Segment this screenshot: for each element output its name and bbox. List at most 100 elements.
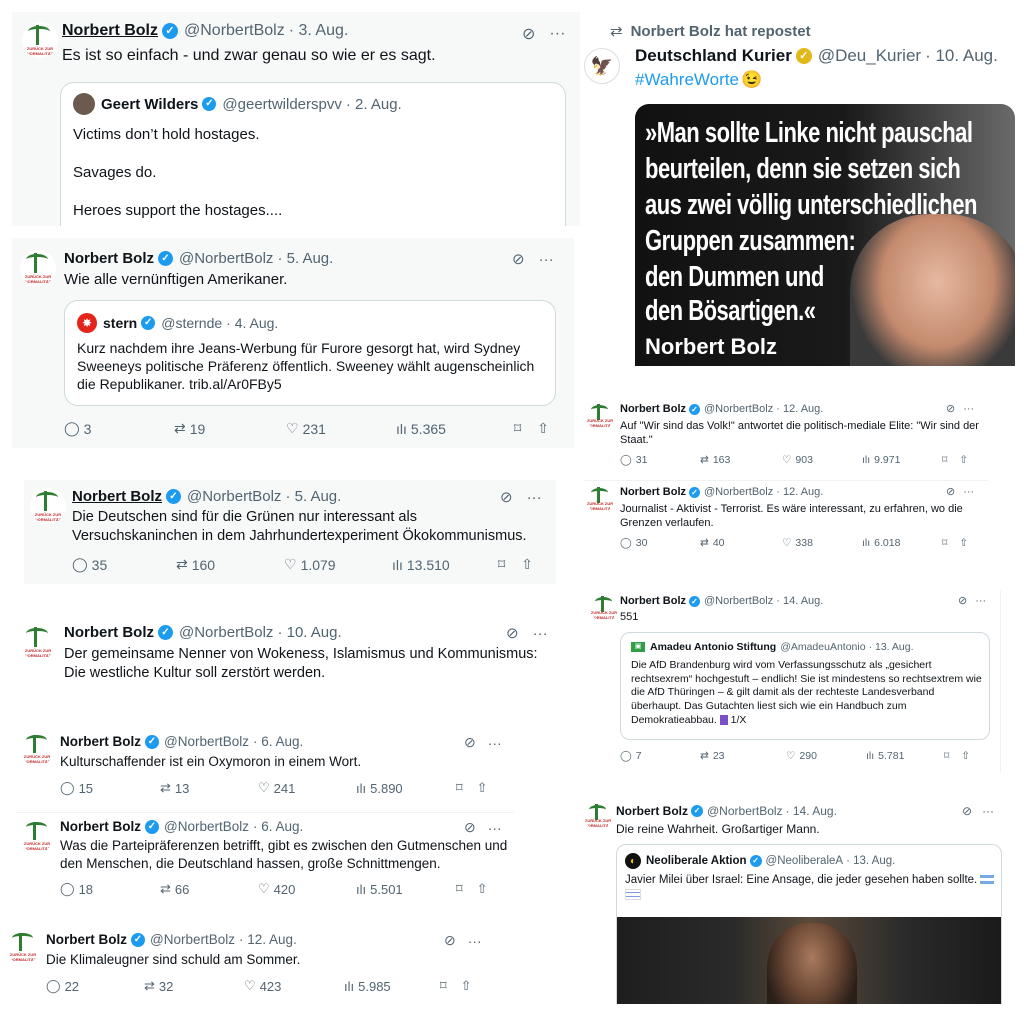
hashtag-link[interactable]: #WahreWorte bbox=[635, 70, 739, 90]
bookmark-icon[interactable]: ⌑ bbox=[456, 881, 463, 897]
more-icon[interactable]: ··· bbox=[533, 625, 548, 642]
views-button[interactable]: ılı 5.890 bbox=[356, 781, 456, 796]
more-icon[interactable]: ··· bbox=[963, 403, 974, 415]
grok-icon[interactable]: ⊘ bbox=[464, 734, 476, 751]
grok-icon[interactable]: ⊘ bbox=[444, 932, 456, 949]
author-name[interactable]: Norbert Bolz bbox=[46, 932, 127, 947]
avatar[interactable]: 🦅 bbox=[584, 48, 620, 84]
author-name[interactable]: Norbert Bolz bbox=[60, 734, 141, 749]
tweet-card[interactable]: ZURÜCK ZUR NORMALITÄT Norbert Bolz ✓ @No… bbox=[4, 926, 498, 1002]
tweet-date[interactable]: · 5. Aug. bbox=[285, 488, 341, 505]
grok-icon[interactable]: ⊘ bbox=[962, 804, 972, 818]
views-button[interactable]: ılı 5.365 bbox=[396, 421, 514, 437]
views-button[interactable]: ılı 5.985 bbox=[344, 979, 440, 994]
reposted-label[interactable]: Norbert Bolz hat repostet bbox=[631, 23, 811, 40]
like-button[interactable]: ♡ 231 bbox=[286, 420, 396, 437]
reply-button[interactable]: ◯ 18 bbox=[60, 881, 160, 897]
share-icon[interactable]: ⇧ bbox=[477, 780, 488, 796]
tweet-date[interactable]: · 12. Aug. bbox=[776, 403, 823, 415]
tweet-card[interactable]: ⇄ Norbert Bolz hat repostet 🦅 Deutschlan… bbox=[580, 16, 1020, 366]
quoted-tweet[interactable]: ✸ stern ✓ @sternde · 4. Aug. Kurz nachde… bbox=[64, 300, 556, 406]
tweet-card[interactable]: ZURÜCK ZUR NORMALITÄT Norbert Bolz ✓ @No… bbox=[12, 12, 580, 226]
grok-icon[interactable]: ⊘ bbox=[464, 819, 476, 836]
more-icon[interactable]: ··· bbox=[468, 933, 482, 949]
author-handle[interactable]: @NorbertBolz bbox=[704, 403, 773, 415]
author-handle[interactable]: @NorbertBolz bbox=[187, 488, 281, 505]
bookmark-icon[interactable]: ⌑ bbox=[514, 420, 521, 437]
grok-icon[interactable]: ⊘ bbox=[946, 402, 955, 415]
author-name[interactable]: Norbert Bolz bbox=[620, 595, 686, 607]
repost-button[interactable]: ⇄ 163 bbox=[700, 454, 782, 466]
tweet-date[interactable]: · 6. Aug. bbox=[253, 734, 303, 749]
tweet-date[interactable]: · 5. Aug. bbox=[277, 250, 333, 267]
tweet-card[interactable]: ZURÜCK ZUR NORMALITÄT Norbert Bolz ✓ @No… bbox=[584, 480, 988, 557]
author-handle[interactable]: @NorbertBolz bbox=[704, 595, 773, 607]
share-icon[interactable]: ⇧ bbox=[461, 978, 472, 994]
avatar[interactable]: ZURÜCK ZUR NORMALITÄT bbox=[584, 802, 612, 830]
author-name[interactable]: Norbert Bolz bbox=[72, 488, 162, 505]
share-icon[interactable]: ⇧ bbox=[521, 556, 533, 573]
like-button[interactable]: ♡ 423 bbox=[244, 978, 344, 994]
tweet-date[interactable]: · 10. Aug. bbox=[925, 46, 998, 66]
avatar[interactable]: ZURÜCK ZUR NORMALITÄT bbox=[590, 594, 618, 622]
author-handle[interactable]: @NorbertBolz bbox=[179, 250, 273, 267]
author-name[interactable]: Norbert Bolz bbox=[616, 804, 688, 818]
tweet-card[interactable]: ZURÜCK ZUR NORMALITÄT Norbert Bolz ✓ @No… bbox=[588, 590, 1001, 772]
avatar[interactable]: ZURÜCK ZUR NORMALITÄT bbox=[586, 485, 614, 513]
quoted-tweet[interactable]: Geert Wilders ✓ @geertwilderspvv · 2. Au… bbox=[60, 82, 566, 226]
more-icon[interactable]: ··· bbox=[527, 489, 542, 506]
views-button[interactable]: ılı 13.510 bbox=[392, 557, 498, 573]
grok-icon[interactable]: ⊘ bbox=[512, 250, 525, 268]
tweet-date[interactable]: · 14. Aug. bbox=[776, 595, 823, 607]
repost-button[interactable]: ⇄ 32 bbox=[144, 978, 244, 994]
reply-button[interactable]: ◯ 35 bbox=[72, 556, 176, 573]
bookmark-icon[interactable]: ⌑ bbox=[944, 750, 949, 762]
author-handle[interactable]: @NorbertBolz bbox=[164, 734, 249, 749]
author-name[interactable]: Norbert Bolz bbox=[60, 819, 141, 834]
grok-icon[interactable]: ⊘ bbox=[522, 24, 535, 44]
avatar[interactable]: ZURÜCK ZUR NORMALITÄT bbox=[6, 930, 40, 964]
tweet-card[interactable]: ZURÜCK ZUR NORMALITÄT Norbert Bolz ✓ @No… bbox=[16, 812, 514, 905]
repost-button[interactable]: ⇄ 23 bbox=[700, 750, 786, 762]
avatar[interactable]: ZURÜCK ZUR NORMALITÄT bbox=[586, 402, 614, 430]
repost-button[interactable]: ⇄ 19 bbox=[174, 420, 286, 437]
like-button[interactable]: ♡ 1.079 bbox=[284, 556, 392, 573]
avatar[interactable]: ZURÜCK ZUR NORMALITÄT bbox=[20, 819, 54, 853]
author-name[interactable]: Norbert Bolz bbox=[62, 22, 158, 40]
repost-button[interactable]: ⇄ 40 bbox=[700, 537, 782, 549]
reply-button[interactable]: ◯ 3 bbox=[64, 420, 174, 437]
avatar[interactable]: ZURÜCK ZUR NORMALITÄT bbox=[20, 624, 56, 660]
views-button[interactable]: ılı 6.018 bbox=[862, 537, 942, 549]
share-icon[interactable]: ⇧ bbox=[961, 750, 970, 762]
author-handle[interactable]: @Deu_Kurier bbox=[818, 46, 921, 66]
like-button[interactable]: ♡ 338 bbox=[782, 537, 862, 549]
avatar[interactable]: ZURÜCK ZUR NORMALITÄT bbox=[22, 22, 58, 58]
tweet-card[interactable]: ZURÜCK ZUR NORMALITÄT Norbert Bolz ✓ @No… bbox=[24, 480, 556, 584]
author-name[interactable]: Norbert Bolz bbox=[620, 403, 686, 415]
author-handle[interactable]: @NorbertBolz bbox=[150, 932, 235, 947]
more-icon[interactable]: ··· bbox=[488, 735, 502, 751]
more-icon[interactable]: ··· bbox=[975, 595, 986, 607]
more-icon[interactable]: ··· bbox=[549, 25, 565, 43]
like-button[interactable]: ♡ 420 bbox=[258, 881, 356, 897]
more-icon[interactable]: ··· bbox=[539, 251, 554, 268]
more-icon[interactable]: ··· bbox=[963, 486, 974, 498]
bookmark-icon[interactable]: ⌑ bbox=[942, 454, 947, 466]
tweet-date[interactable]: · 3. Aug. bbox=[289, 22, 349, 40]
grok-icon[interactable]: ⊘ bbox=[958, 594, 967, 607]
author-handle[interactable]: @NorbertBolz bbox=[704, 486, 773, 498]
tweet-date[interactable]: · 6. Aug. bbox=[253, 819, 303, 834]
like-button[interactable]: ♡ 290 bbox=[786, 750, 866, 762]
author-name[interactable]: Norbert Bolz bbox=[620, 486, 686, 498]
avatar[interactable]: ZURÜCK ZUR NORMALITÄT bbox=[30, 488, 66, 524]
bookmark-icon[interactable]: ⌑ bbox=[440, 978, 447, 994]
avatar[interactable]: ZURÜCK ZUR NORMALITÄT bbox=[20, 250, 56, 286]
like-button[interactable]: ♡ 903 bbox=[782, 454, 862, 466]
repost-button[interactable]: ⇄ 160 bbox=[176, 556, 284, 573]
repost-button[interactable]: ⇄ 66 bbox=[160, 881, 258, 897]
author-name[interactable]: Deutschland Kurier bbox=[635, 46, 792, 66]
grok-icon[interactable]: ⊘ bbox=[946, 485, 955, 498]
tweet-date[interactable]: · 10. Aug. bbox=[277, 624, 341, 641]
tweet-card[interactable]: ZURÜCK ZUR NORMALITÄT Norbert Bolz ✓ @No… bbox=[584, 398, 988, 476]
tweet-date[interactable]: · 12. Aug. bbox=[776, 486, 823, 498]
